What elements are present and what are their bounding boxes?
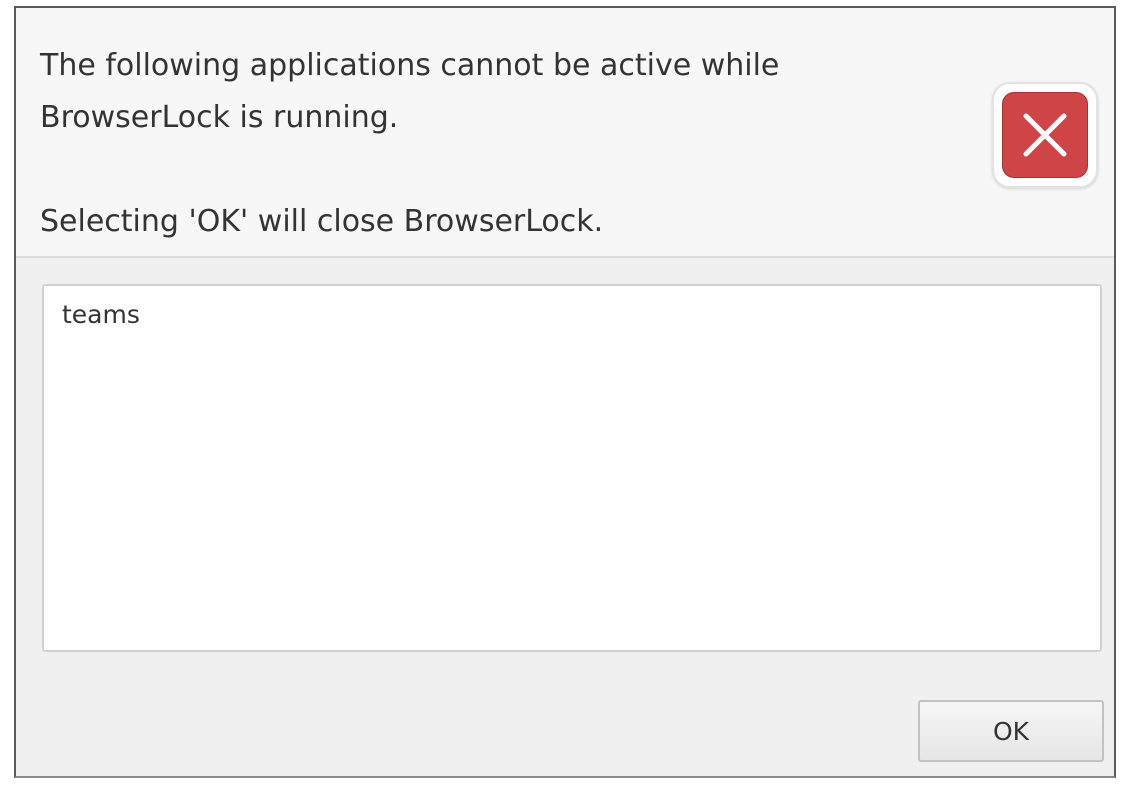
blocked-applications-list[interactable]: teams — [42, 284, 1102, 652]
ok-button[interactable]: OK — [918, 700, 1104, 762]
message-line-2: BrowserLock is running. — [40, 100, 399, 135]
list-item[interactable]: teams — [62, 300, 140, 329]
dialog-header: The following applications cannot be act… — [16, 8, 1114, 258]
dialog-message: The following applications cannot be act… — [40, 40, 940, 248]
close-x-icon — [1002, 92, 1088, 178]
close-x-glyph — [1023, 113, 1067, 157]
message-line-1: The following applications cannot be act… — [40, 48, 780, 83]
browserlock-dialog: The following applications cannot be act… — [14, 6, 1116, 778]
message-line-3: Selecting 'OK' will close BrowserLock. — [40, 204, 604, 239]
error-icon-frame — [992, 82, 1098, 188]
message-spacer — [40, 144, 940, 196]
